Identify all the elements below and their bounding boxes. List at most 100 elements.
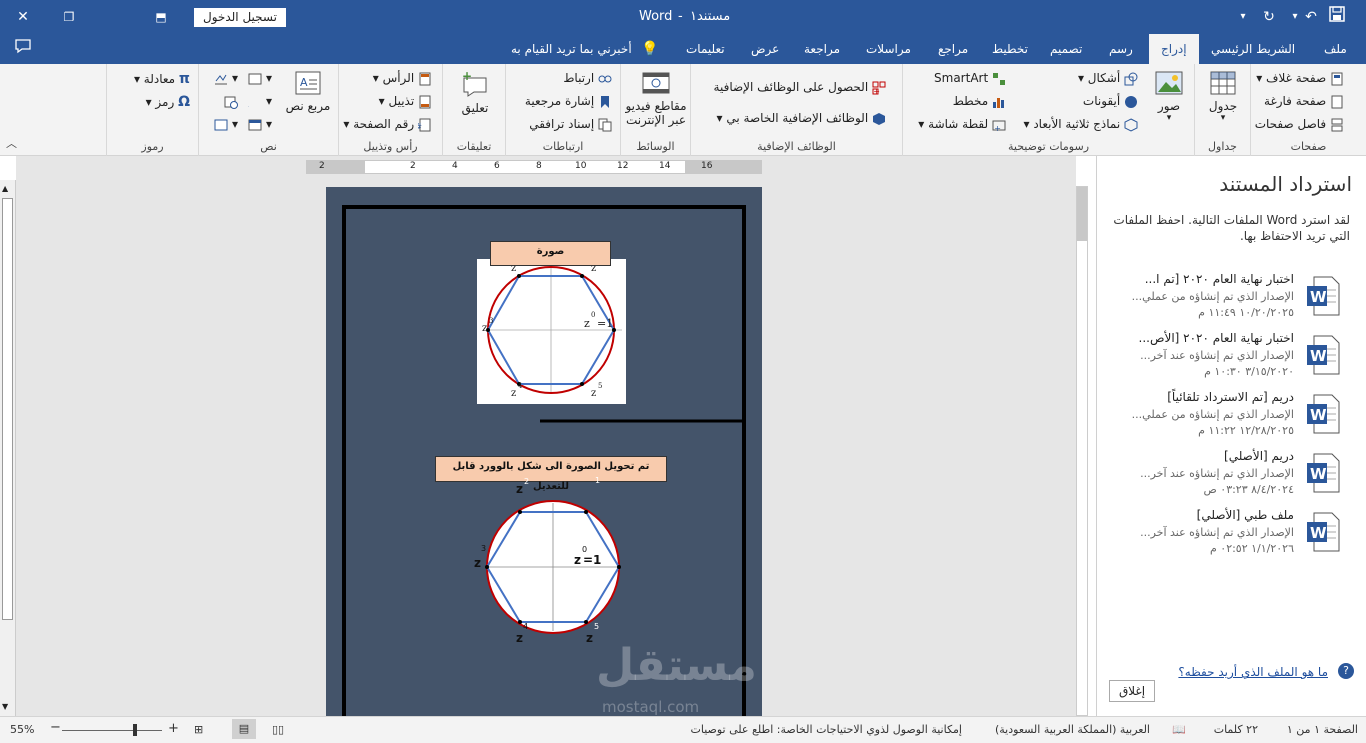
status-bar: الصفحة ١ من ١ ٢٢ كلمات 📖 العربية (المملك… [0,716,1366,743]
fig1-label-z5: z [591,388,597,399]
comment-label: تعليق [461,101,489,115]
screenshot-label: لقطة شاشة [928,117,989,131]
bookmark-button[interactable]: إشارة مرجعية [525,94,612,109]
scrollbar-thumb[interactable] [2,198,13,620]
online-video-button[interactable]: مقاطع فيديو عبر الإنترنت [623,70,689,127]
tab-design[interactable]: تصميم [1050,34,1082,64]
word-count[interactable]: ٢٢ كلمات [1214,723,1258,736]
fig2-label-z0: z [574,553,581,567]
text-box-button[interactable]: A مربع نص [283,70,333,113]
tab-home[interactable]: الشريط الرئيسي [1211,34,1295,64]
restore-window-icon[interactable]: ❐ [58,6,80,28]
converted-label-box[interactable]: تم تحويل الصورة الى شكل بالوورد قابل للت… [435,456,667,492]
recovered-file-item[interactable]: ملف طبي [الأصلي] الإصدار الذي تم إنشاؤه … [1096,508,1366,566]
link-button[interactable]: ارتباط [563,71,612,86]
tab-review[interactable]: مراجعة [804,34,840,64]
tab-help[interactable]: تعليمات [686,34,725,64]
zoom-out-icon[interactable]: − [50,720,61,735]
redo-icon[interactable]: ↻ [1258,6,1280,28]
svg-text:A: A [300,76,308,89]
wordart-button[interactable]: ▾ A [239,94,272,111]
tab-draw[interactable]: رسم [1109,34,1133,64]
tab-file[interactable]: ملف [1324,34,1347,64]
date-time-button[interactable] [224,94,238,109]
file-name: دريم [الأصلي] [1224,449,1294,463]
tab-insert[interactable]: إدراج [1149,34,1199,64]
quick-parts-icon [248,72,262,86]
file-description: الإصدار الذي تم إنشاؤه عند آخر... [1140,467,1294,480]
get-addins-button[interactable]: + الحصول على الوظائف الإضافية [714,80,886,96]
ruler-tick: 10 [575,161,587,171]
bookmark-icon [598,95,612,109]
close-window-icon[interactable]: ✕ [12,6,34,28]
vertical-scrollbar[interactable]: ▲ ▼ [0,180,16,716]
page-break-button[interactable]: فاصل صفحات [1255,117,1344,132]
blank-page-button[interactable]: صفحة فارغة [1264,94,1344,109]
scroll-down-icon[interactable]: ▼ [2,702,8,711]
comments-icon[interactable] [12,38,34,60]
proofing-icon[interactable]: 📖 [1172,723,1186,736]
close-pane-button[interactable]: إغلاق [1109,680,1155,702]
chart-button[interactable]: مخطط [953,94,1006,109]
file-time: ٨/٤/٢٠٢٤ ٠٣:٢٣ ص [1203,483,1294,496]
fig1-label-z0: z [584,317,590,330]
zoom-slider-thumb[interactable] [133,724,137,736]
document-page[interactable]: z z z 3 z 0 =1 4 z 5 z صورة تم تحويل الص… [326,187,762,716]
cover-page-button[interactable]: صفحة غلاف ▾ [1256,71,1344,86]
read-mode-icon[interactable]: ▯▯ [272,723,284,736]
my-addins-button[interactable]: الوظائف الإضافية الخاصة بي ▾ [717,111,886,126]
quick-parts-button[interactable]: ▾ [248,71,272,86]
zoom-in-icon[interactable]: + [168,721,179,736]
tab-view[interactable]: عرض [751,34,779,64]
image-label-box[interactable]: صورة [490,241,611,266]
language-indicator[interactable]: العربية (المملكة العربية السعودية) [995,723,1150,736]
screenshot-button[interactable]: + لقطة شاشة ▾ [918,117,1006,133]
tell-me-input[interactable]: أخبرني بما تريد القيام به [511,34,632,64]
recovered-file-item[interactable]: دريم [تم الاسترداد تلقائياً] الإصدار الذ… [1096,390,1366,448]
3d-models-button[interactable]: نماذج ثلاثية الأبعاد ▾ [1023,117,1138,132]
fig2-exp-3: 3 [481,544,487,553]
equation-button[interactable]: π معادلة ▾ [134,71,190,87]
scroll-up-icon[interactable]: ▲ [2,184,8,193]
symbol-button[interactable]: Ω رمز ▾ [146,94,190,110]
icons-button[interactable]: أيقونات [1083,94,1138,109]
sign-in-button[interactable]: تسجيل الدخول [194,8,286,27]
shapes-button[interactable]: أشكال ▾ [1078,71,1138,86]
drop-cap-button[interactable]: ▾ [248,117,272,132]
tab-mailings[interactable]: مراسلات [866,34,911,64]
hexagon-shape-drawing [485,500,621,634]
collapse-ribbon-icon[interactable]: ︿ [6,135,17,151]
horizontal-ruler[interactable]: 2 2 4 6 8 10 12 14 16 [306,160,762,174]
tab-layout[interactable]: تخطيط [992,34,1028,64]
page-number-button[interactable]: # رقم الصفحة ▾ [343,117,432,132]
help-question-icon[interactable]: ? [1338,663,1354,679]
pictures-button[interactable]: صور ▾ [1149,70,1189,123]
signature-line-button[interactable]: ▾ [214,71,238,86]
ribbon-tabs: أخبرني بما تريد القيام به 💡 تعليمات عرض … [0,34,1366,64]
comment-button[interactable]: + تعليق [453,69,497,115]
web-layout-icon[interactable]: ⊞ [194,723,203,736]
cross-reference-button[interactable]: إسناد ترافقي [529,117,612,132]
recovered-file-item[interactable]: اختبار نهاية العام ٢٠٢٠ [تم ا... الإصدار… [1096,272,1366,330]
page-count[interactable]: الصفحة ١ من ١ [1287,723,1358,736]
vertical-ruler[interactable] [1076,186,1088,716]
source-image[interactable]: z z z 3 z 0 =1 4 z 5 z [477,259,626,404]
print-layout-icon[interactable]: ▤ [232,719,256,739]
recovered-file-item[interactable]: دريم [الأصلي] الإصدار الذي تم إنشاؤه عند… [1096,449,1366,507]
recovered-file-item[interactable]: اختبار نهاية العام ٢٠٢٠ [الأص... الإصدار… [1096,331,1366,389]
smartart-button[interactable]: SmartArt [934,71,1006,86]
header-button[interactable]: الرأس ▾ [373,71,432,86]
save-icon[interactable] [1326,6,1348,28]
which-file-help-link[interactable]: ما هو الملف الذي أريد حفظه؟ [1178,665,1328,679]
zoom-level[interactable]: 55% [10,723,34,736]
hexagon-shape[interactable]: 2 z 1 3 z z 0 =1 4 z 5 z [471,476,641,655]
zoom-slider-track[interactable] [62,730,162,731]
object-button[interactable]: ▾ [214,117,238,132]
tab-references[interactable]: مراجع [938,34,968,64]
accessibility-status[interactable]: إمكانية الوصول لذوي الاحتياجات الخاصة: ا… [690,723,962,736]
customize-qat-icon[interactable]: ▾ [1232,6,1254,28]
table-button[interactable]: جدول ▾ [1203,70,1243,123]
undo-icon[interactable]: ↶ [1300,6,1322,28]
footer-button[interactable]: تذييل ▾ [379,94,432,109]
ribbon-display-options-icon[interactable]: ⬒ [150,6,172,28]
